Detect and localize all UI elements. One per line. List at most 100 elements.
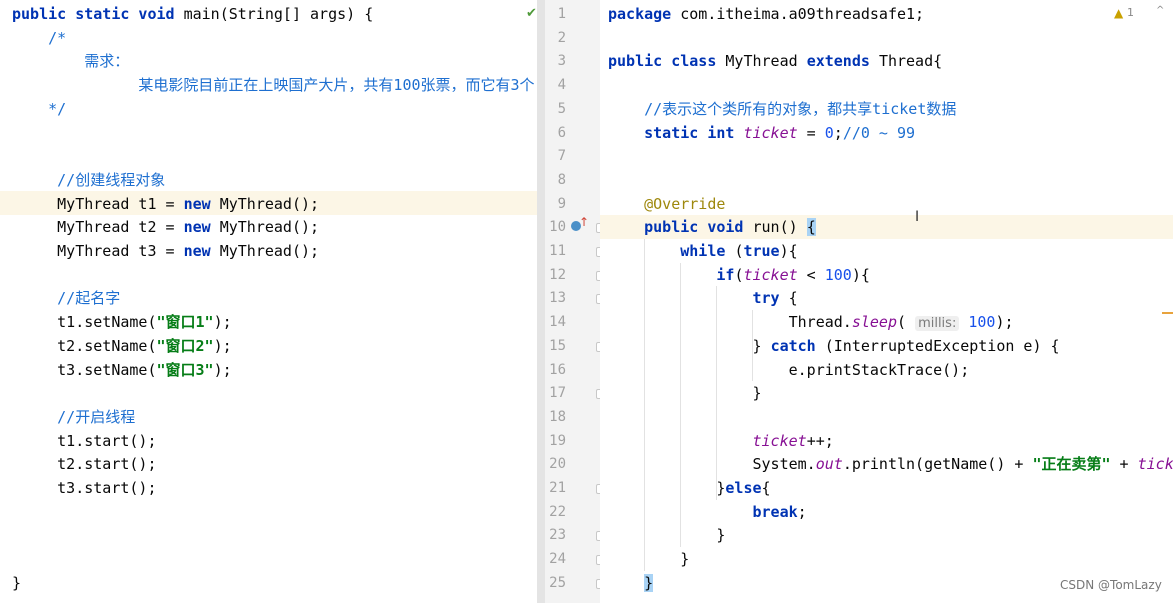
- right-code-line[interactable]: }: [608, 571, 654, 595]
- code-token: {: [761, 479, 771, 497]
- code-token: MyThread();: [219, 242, 320, 260]
- code-token: 0: [824, 123, 834, 142]
- code-token: );: [213, 336, 232, 355]
- check-icon[interactable]: ✔: [526, 6, 537, 21]
- code-token: MyThread: [725, 52, 807, 71]
- code-token: package: [608, 5, 681, 23]
- code-token: MyThread t3 =: [12, 242, 184, 260]
- code-token: public void: [608, 218, 753, 237]
- right-code-line[interactable]: try {: [608, 286, 797, 310]
- line-number: 20: [549, 456, 566, 473]
- code-token: }: [608, 550, 690, 569]
- right-editor-pane[interactable]: package com.itheima.a09threadsafe1; publi…: [600, 0, 1173, 603]
- code-token: t3.setName(: [12, 360, 157, 379]
- left-code-line[interactable]: public static void main(String[] args) {: [12, 2, 373, 26]
- code-token: 某电影院目前正在上映国产大片，共有100张票，而它有3个: [12, 76, 535, 95]
- left-code-line[interactable]: MyThread t3 = new MyThread();: [12, 239, 319, 263]
- code-token: //开启线程: [12, 407, 136, 426]
- left-code-line[interactable]: }: [12, 571, 21, 595]
- left-code-line[interactable]: //起名字: [12, 286, 120, 310]
- left-code-line[interactable]: t1.start();: [12, 429, 156, 453]
- line-number: 6: [557, 124, 566, 141]
- code-token: MyThread();: [219, 218, 320, 237]
- right-code-line[interactable]: Thread.sleep( millis: 100);: [608, 310, 1014, 334]
- left-code-line[interactable]: t2.start();: [12, 452, 157, 476]
- right-code-line[interactable]: package com.itheima.a09threadsafe1;: [608, 2, 924, 26]
- code-token: break: [608, 502, 798, 521]
- code-token: */: [12, 99, 67, 118]
- right-code-line[interactable]: e.printStackTrace();: [608, 358, 970, 382]
- code-token: extends: [806, 52, 879, 71]
- right-code-line[interactable]: break;: [608, 500, 806, 524]
- left-code-line[interactable]: //开启线程: [12, 405, 135, 429]
- right-code-line[interactable]: while (true){: [608, 239, 797, 263]
- code-token: +: [1110, 455, 1138, 474]
- left-editor-pane[interactable]: public static void main(String[] args) {…: [0, 0, 537, 603]
- code-token: System.: [608, 455, 816, 474]
- code-token: t2.start();: [12, 455, 157, 474]
- left-code-line[interactable]: MyThread t2 = new MyThread();: [12, 215, 319, 239]
- code-token: .println(getName() +: [842, 455, 1033, 474]
- right-code-line[interactable]: System.out.println(getName() + "正在卖第" + …: [608, 452, 1173, 476]
- line-number: 18: [549, 408, 566, 425]
- warning-icon[interactable]: ▲: [1114, 6, 1123, 20]
- right-code-line[interactable]: } catch (InterruptedException e) {: [608, 334, 1059, 358]
- left-code-line[interactable]: //创建线程对象: [12, 168, 165, 192]
- line-number: 1: [557, 6, 566, 22]
- code-token: (: [897, 313, 916, 332]
- code-token: out: [815, 455, 843, 474]
- line-number: 2: [557, 29, 566, 46]
- code-token: public static void: [12, 5, 184, 23]
- right-code-line[interactable]: }: [608, 523, 725, 547]
- code-token: static int: [608, 123, 744, 142]
- code-token: sleep: [851, 313, 897, 332]
- code-token: com.itheima.a09threadsafe1;: [680, 5, 925, 23]
- code-token: ++;: [806, 431, 834, 450]
- left-code-line[interactable]: MyThread t1 = new MyThread();: [12, 192, 319, 216]
- left-code-line[interactable]: t3.start();: [12, 476, 156, 500]
- code-token: MyThread();: [219, 194, 320, 213]
- chevron-up-icon[interactable]: ^: [1156, 5, 1164, 16]
- warning-count[interactable]: 1: [1127, 6, 1134, 19]
- left-code-line[interactable]: */: [12, 97, 66, 121]
- left-code-line[interactable]: t1.setName("窗口1");: [12, 310, 232, 334]
- code-token: =: [797, 123, 825, 142]
- code-token: new: [183, 218, 220, 237]
- right-code-line[interactable]: ticket++;: [608, 429, 834, 453]
- right-code-line[interactable]: //表示这个类所有的对象，都共享ticket数据: [608, 97, 956, 121]
- split-divider[interactable]: [537, 0, 545, 603]
- right-code-line[interactable]: @Override: [608, 192, 725, 216]
- code-token: }: [608, 384, 762, 403]
- line-number: 14: [549, 314, 566, 331]
- right-code-line[interactable]: static int ticket = 0;//0 ~ 99: [608, 121, 915, 145]
- line-number-gutter[interactable]: 1 2 3 4 5 6 7 8 9 10 11 12 13 14 15 16 17 18 19 20 21 22 23 24 2…: [545, 0, 600, 603]
- left-code-line[interactable]: 某电影院目前正在上映国产大片，共有100张票，而它有3个: [12, 73, 535, 97]
- left-code-line[interactable]: t3.setName("窗口3");: [12, 358, 232, 382]
- code-token: if: [608, 265, 735, 284]
- left-code-line[interactable]: t2.setName("窗口2");: [12, 334, 232, 358]
- right-code-line[interactable]: public void run() {: [608, 215, 816, 239]
- left-code-line[interactable]: /*: [12, 26, 66, 50]
- code-token: );: [213, 360, 232, 379]
- right-code-line[interactable]: if(ticket < 100){: [608, 263, 870, 287]
- left-code-line[interactable]: 需求：: [12, 49, 129, 73]
- code-token: new: [183, 242, 220, 260]
- code-token: catch: [770, 336, 825, 355]
- code-token: Thread{: [878, 52, 943, 71]
- right-code-line[interactable]: }: [608, 547, 689, 571]
- line-number: 7: [557, 148, 566, 165]
- code-token: millis:: [915, 316, 960, 332]
- code-token: public class: [608, 52, 726, 71]
- code-token: {: [806, 218, 816, 237]
- code-token: ticket: [608, 431, 807, 450]
- code-token: "窗口2": [156, 336, 214, 355]
- code-token: <: [797, 265, 825, 284]
- line-number: 3: [557, 53, 566, 70]
- override-arrow-icon[interactable]: ↑: [579, 215, 589, 229]
- code-token: }: [608, 336, 771, 355]
- right-code-line[interactable]: }else{: [608, 476, 771, 500]
- scrollbar-marker[interactable]: [1162, 312, 1173, 314]
- right-code-line[interactable]: public class MyThread extends Thread{: [608, 49, 942, 73]
- right-code-line[interactable]: }: [608, 381, 762, 405]
- code-token: "窗口3": [156, 360, 214, 379]
